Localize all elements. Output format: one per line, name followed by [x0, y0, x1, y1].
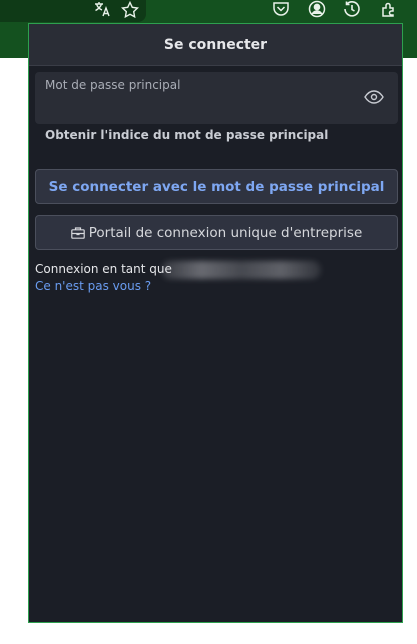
account-icon[interactable] [307, 0, 327, 18]
browser-toolbar [0, 0, 417, 22]
enterprise-sso-button[interactable]: Portail de connexion unique d'entreprise [35, 215, 398, 250]
not-you-link[interactable]: Ce n'est pas vous ? [35, 279, 151, 293]
blurred-email [161, 261, 321, 279]
popup-header: Se connecter [29, 24, 402, 66]
star-icon[interactable] [120, 0, 140, 18]
extensions-icon[interactable] [379, 0, 399, 18]
pocket-icon[interactable] [271, 0, 291, 18]
master-password-label: Mot de passe principal [45, 78, 181, 92]
page-title: Se connecter [163, 36, 268, 53]
password-hint-link[interactable]: Obtenir l'indice du mot de passe princip… [45, 128, 328, 142]
briefcase-icon [70, 226, 85, 239]
login-master-password-button[interactable]: Se connecter avec le mot de passe princi… [35, 169, 398, 204]
logged-in-as-text: Connexion en tant que [35, 262, 172, 276]
history-icon[interactable] [342, 0, 362, 18]
login-master-password-button-label: Se connecter avec le mot de passe princi… [48, 178, 385, 195]
master-password-field[interactable]: Mot de passe principal [35, 72, 398, 124]
translate-icon[interactable] [92, 0, 112, 18]
enterprise-sso-button-label: Portail de connexion unique d'entreprise [88, 224, 363, 241]
eye-icon[interactable] [364, 89, 384, 105]
login-popup: Se connecter Mot de passe principal Obte… [28, 23, 403, 623]
